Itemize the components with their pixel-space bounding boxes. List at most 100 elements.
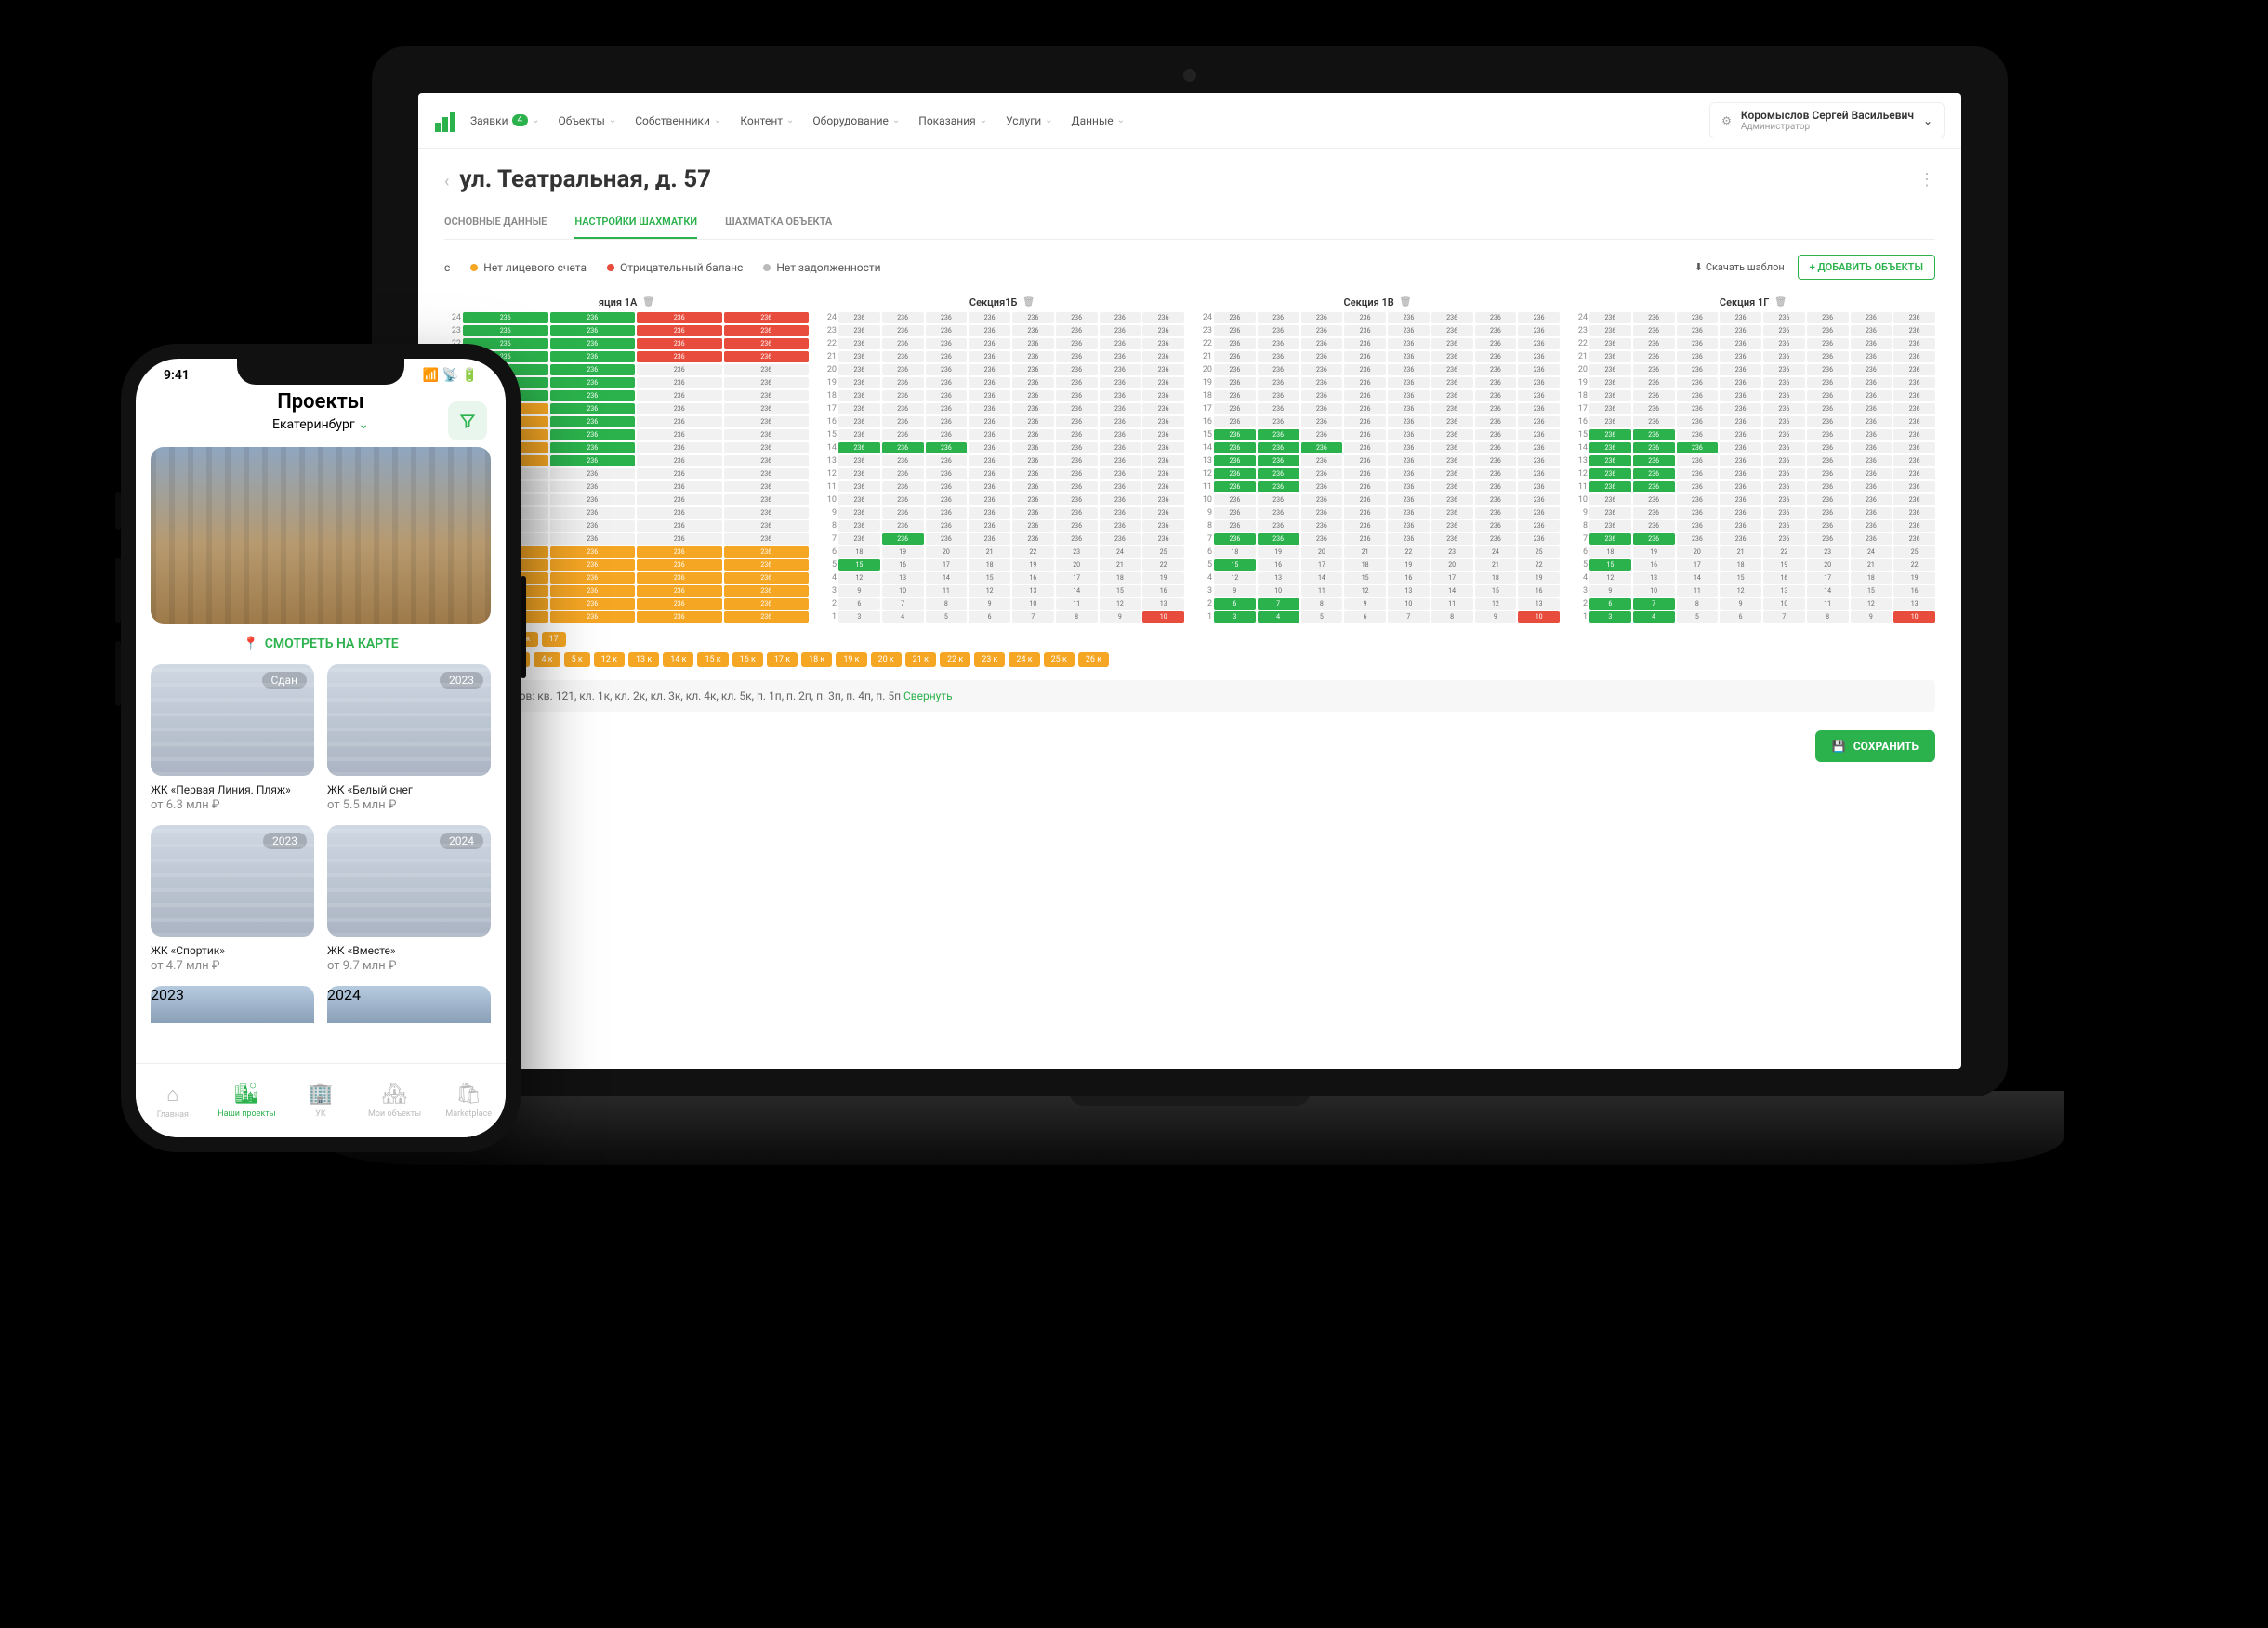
unit-cell[interactable]: 236 [637,611,722,623]
unit-cell[interactable]: 12 [969,585,1010,597]
unit-cell[interactable]: 236 [1344,507,1386,519]
unit-cell[interactable]: 236 [1677,494,1719,505]
unit-cell[interactable]: 236 [1677,351,1719,362]
unit-cell[interactable]: 236 [1893,338,1935,349]
view-on-map-link[interactable]: 📍 СМОТРЕТЬ НА КАРТЕ [136,624,506,664]
unit-cell[interactable]: 19 [1258,546,1299,558]
unit-cell[interactable]: 236 [1893,533,1935,545]
unit-cell[interactable]: 236 [1807,377,1849,388]
unit-cell[interactable]: 236 [1589,390,1631,401]
unit-cell[interactable]: 236 [1214,533,1256,545]
pager-chip[interactable]: 23 к [974,652,1005,667]
unit-cell[interactable]: 19 [882,546,924,558]
unit-cell[interactable]: 17 [1056,572,1098,584]
unit-cell[interactable]: 236 [1344,468,1386,479]
unit-cell[interactable]: 236 [838,312,880,323]
unit-cell[interactable]: 236 [724,507,810,519]
unit-cell[interactable]: 7 [1012,611,1054,623]
unit-cell[interactable]: 236 [1518,520,1560,532]
unit-cell[interactable]: 236 [1518,377,1560,388]
unit-cell[interactable]: 236 [1214,507,1256,519]
nav-item[interactable]: Услуги⌄ [1006,114,1052,127]
unit-cell[interactable]: 236 [1388,429,1430,440]
unit-cell[interactable]: 12 [1851,598,1892,610]
unit-cell[interactable]: 20 [926,546,968,558]
unit-cell[interactable]: 236 [838,533,880,545]
project-card[interactable]: 2023 ЖК «Спортик» от 4.7 млн ₽ [151,825,314,973]
unit-cell[interactable]: 236 [1851,442,1892,453]
unit-cell[interactable]: 236 [882,442,924,453]
unit-cell[interactable]: 10 [1633,585,1675,597]
unit-cell[interactable]: 236 [1214,364,1256,375]
unit-cell[interactable]: 18 [838,546,880,558]
unit-cell[interactable]: 236 [1301,416,1343,427]
unit-cell[interactable]: 236 [724,455,810,466]
unit-cell[interactable]: 6 [1720,611,1761,623]
unit-cell[interactable]: 236 [1518,325,1560,336]
unit-cell[interactable]: 236 [1214,468,1256,479]
unit-cell[interactable]: 236 [1214,377,1256,388]
unit-cell[interactable]: 236 [1807,403,1849,414]
unit-cell[interactable]: 6 [969,611,1010,623]
unit-cell[interactable]: 236 [1388,533,1430,545]
hero-image[interactable] [151,447,491,624]
unit-cell[interactable]: 236 [926,403,968,414]
unit-cell[interactable]: 236 [926,455,968,466]
unit-cell[interactable]: 236 [724,338,810,349]
unit-cell[interactable]: 15 [1720,572,1761,584]
unit-cell[interactable]: 21 [1100,559,1141,571]
unit-cell[interactable]: 22 [1142,559,1184,571]
unit-cell[interactable]: 236 [1142,338,1184,349]
unit-cell[interactable]: 236 [1893,468,1935,479]
unit-cell[interactable]: 7 [882,598,924,610]
unit-cell[interactable]: 8 [1431,611,1473,623]
unit-cell[interactable]: 236 [1589,520,1631,532]
unit-cell[interactable]: 236 [1589,351,1631,362]
unit-cell[interactable]: 236 [550,429,636,440]
unit-cell[interactable]: 19 [1388,559,1430,571]
unit-cell[interactable]: 236 [1431,312,1473,323]
unit-cell[interactable]: 4 [1633,611,1675,623]
unit-cell[interactable]: 9 [1851,611,1892,623]
unit-cell[interactable]: 236 [1388,481,1430,492]
unit-cell[interactable]: 236 [1475,338,1517,349]
unit-cell[interactable]: 14 [1301,572,1343,584]
unit-cell[interactable]: 236 [1012,455,1054,466]
unit-cell[interactable]: 236 [1258,442,1299,453]
unit-cell[interactable]: 236 [1633,494,1675,505]
unit-cell[interactable]: 236 [1851,364,1892,375]
unit-cell[interactable]: 19 [1633,546,1675,558]
unit-cell[interactable]: 236 [1431,377,1473,388]
unit-cell[interactable]: 236 [1763,429,1805,440]
unit-cell[interactable]: 236 [1893,403,1935,414]
unit-cell[interactable]: 236 [882,351,924,362]
unit-cell[interactable]: 236 [1012,468,1054,479]
unit-cell[interactable]: 236 [1344,390,1386,401]
unit-cell[interactable]: 236 [1677,455,1719,466]
unit-cell[interactable]: 16 [1012,572,1054,584]
unit-cell[interactable]: 236 [637,416,722,427]
unit-cell[interactable]: 236 [1142,390,1184,401]
unit-cell[interactable]: 236 [1012,351,1054,362]
unit-cell[interactable]: 236 [1258,416,1299,427]
unit-cell[interactable]: 236 [637,325,722,336]
unit-cell[interactable]: 236 [724,585,810,597]
unit-cell[interactable]: 236 [1807,442,1849,453]
unit-cell[interactable]: 8 [1807,611,1849,623]
unit-cell[interactable]: 236 [1056,325,1098,336]
unit-cell[interactable]: 236 [637,559,722,571]
unit-cell[interactable]: 236 [1431,455,1473,466]
unit-cell[interactable]: 236 [1301,520,1343,532]
unit-cell[interactable]: 236 [1851,481,1892,492]
unit-cell[interactable]: 21 [1475,559,1517,571]
unit-cell[interactable]: 19 [1518,572,1560,584]
unit-cell[interactable]: 236 [550,572,636,584]
unit-cell[interactable]: 236 [1475,520,1517,532]
unit-cell[interactable]: 236 [550,507,636,519]
unit-cell[interactable]: 236 [550,325,636,336]
unit-cell[interactable]: 236 [838,507,880,519]
unit-cell[interactable]: 236 [550,520,636,532]
more-icon[interactable]: ⋮ [1919,170,1935,190]
unit-cell[interactable]: 236 [1388,455,1430,466]
unit-cell[interactable]: 236 [1807,416,1849,427]
